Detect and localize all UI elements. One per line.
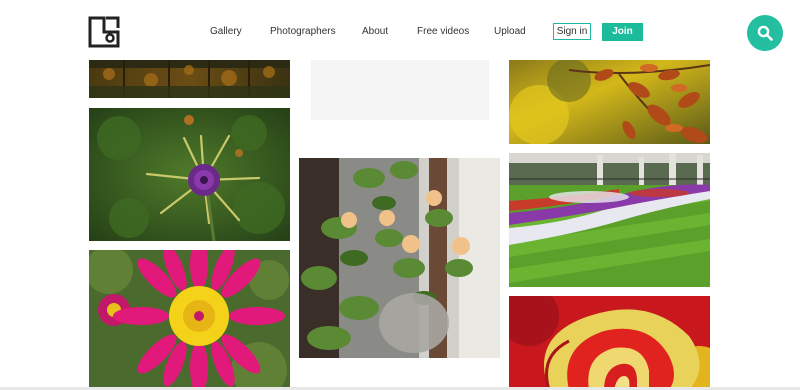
photo-roses-in-window[interactable]: [299, 158, 500, 358]
photo-autumn-leaves[interactable]: [509, 60, 710, 144]
site-logo-icon[interactable]: [88, 16, 120, 48]
join-button[interactable]: Join: [602, 23, 643, 41]
nav-gallery[interactable]: Gallery: [210, 26, 242, 37]
search-button[interactable]: [747, 15, 783, 51]
nav-free-videos[interactable]: Free videos: [417, 26, 469, 37]
photo-palace-garden-lawn[interactable]: [509, 153, 710, 287]
search-icon: [757, 25, 773, 41]
nav-photographers[interactable]: Photographers: [270, 26, 336, 37]
nav-upload[interactable]: Upload: [494, 26, 526, 37]
sign-in-button[interactable]: Sign in: [553, 23, 591, 40]
photo-red-yellow-rose[interactable]: [509, 296, 710, 390]
photo-purple-star-flower[interactable]: [89, 108, 290, 241]
site-header: Gallery Photographers About Free videos …: [0, 0, 800, 60]
photo-placeholder: [311, 60, 489, 120]
photo-pink-daisy[interactable]: [89, 250, 290, 390]
photo-autumn-forest[interactable]: [89, 60, 290, 98]
nav-about[interactable]: About: [362, 26, 388, 37]
